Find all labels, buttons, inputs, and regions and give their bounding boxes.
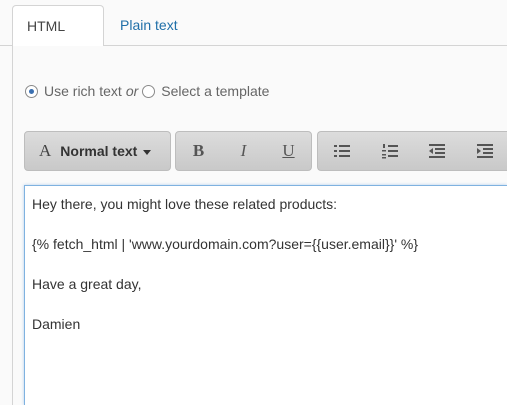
indent-icon <box>477 144 494 158</box>
text-style-label: Normal text <box>60 143 138 159</box>
outdent-icon <box>429 144 446 158</box>
tab-html-text[interactable]: HTML text <box>12 5 104 74</box>
text-style-group: A Normal text <box>24 131 171 171</box>
outdent-button[interactable] <box>414 132 462 170</box>
font-a-icon: A <box>39 141 52 160</box>
editor-line: Damien <box>32 316 81 332</box>
editor-line: Hey there, you might love these related … <box>32 196 338 212</box>
editor-line: {% fetch_html | 'www.yourdomain.com?user… <box>32 236 419 252</box>
underline-button[interactable]: U <box>266 132 311 170</box>
list-group <box>317 131 507 171</box>
bullet-list-button[interactable] <box>318 132 366 170</box>
indent-button[interactable] <box>461 132 507 170</box>
mode-selector: Use rich text or Select a template <box>25 82 269 100</box>
text-style-dropdown[interactable]: A Normal text <box>25 132 152 170</box>
rich-text-editor[interactable]: Hey there, you might love these related … <box>24 185 507 405</box>
message-editor-widget: HTML text Plain text Use rich text or Se… <box>0 0 507 405</box>
template-label[interactable]: Select a template <box>161 83 269 99</box>
bold-button[interactable]: B <box>176 132 221 170</box>
numbered-list-button[interactable] <box>366 132 414 170</box>
format-group: B I U <box>175 131 312 171</box>
bullet-list-icon <box>333 145 350 157</box>
italic-button[interactable]: I <box>221 132 266 170</box>
tab-plain-text[interactable]: Plain text <box>106 5 192 46</box>
rich-text-radio[interactable] <box>25 84 38 98</box>
or-label: or <box>125 83 139 99</box>
template-radio[interactable] <box>142 84 156 98</box>
editor-line: Have a great day, <box>32 276 142 292</box>
tab-bar: HTML text Plain text <box>0 0 507 74</box>
rich-text-label[interactable]: Use rich text <box>44 83 122 99</box>
caret-down-icon <box>143 149 152 155</box>
numbered-list-icon <box>381 143 398 158</box>
